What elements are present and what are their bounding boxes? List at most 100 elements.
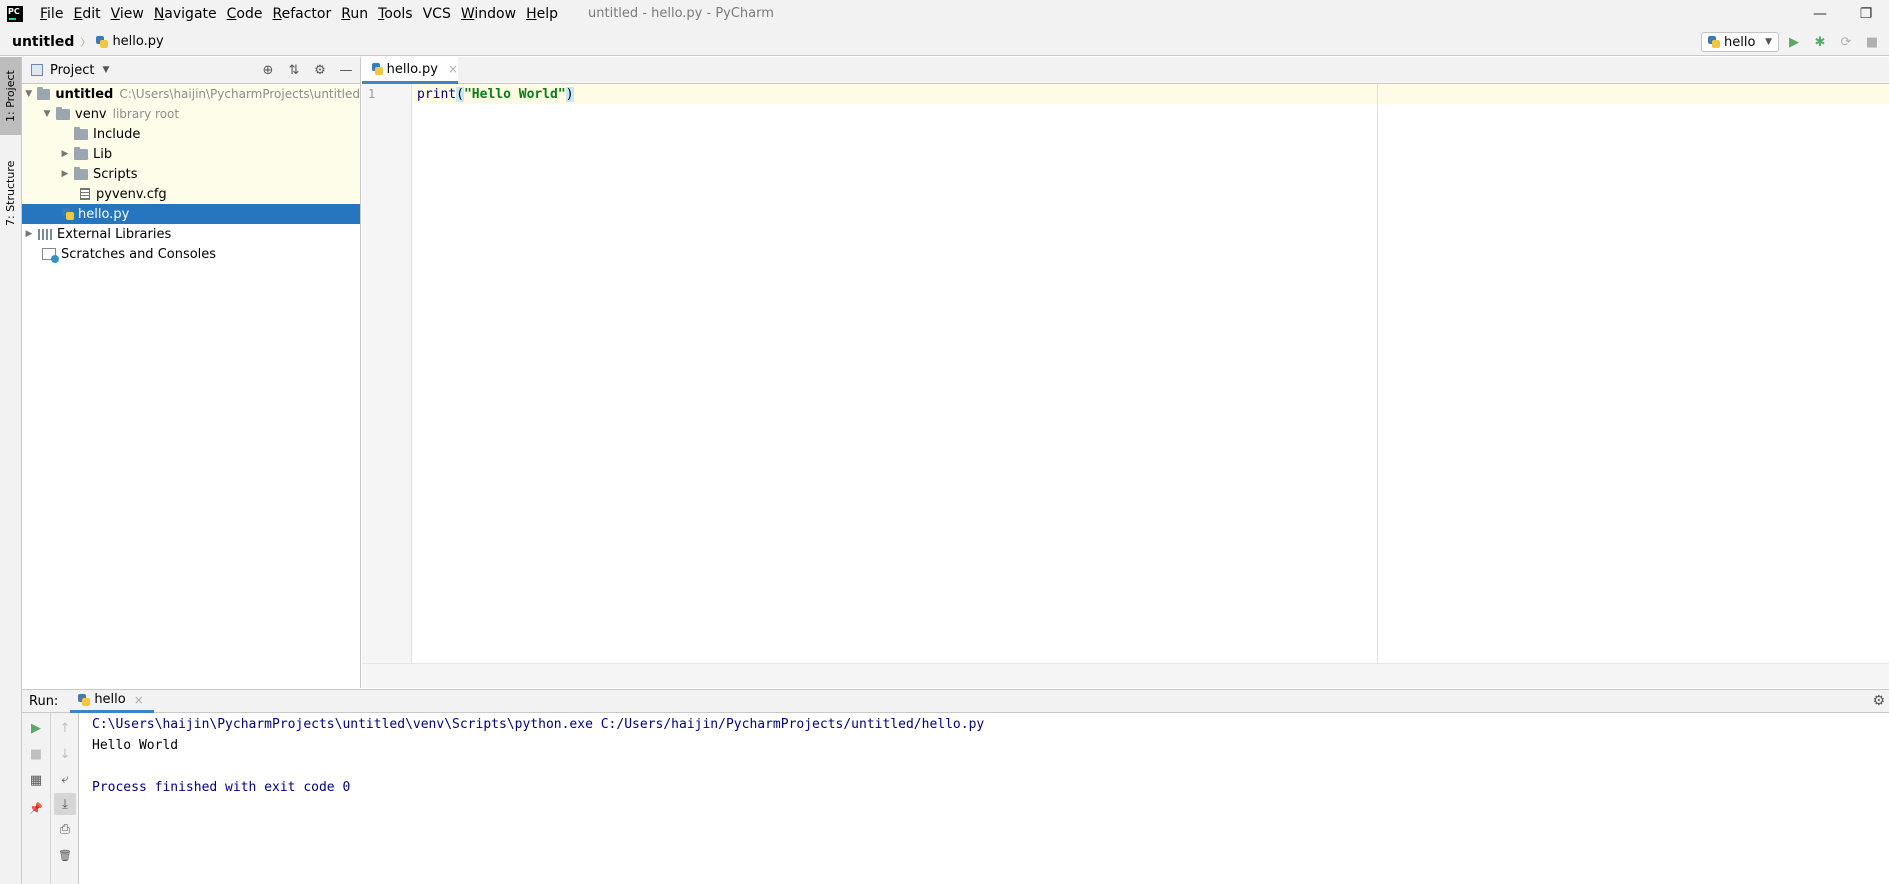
restore-button[interactable]: ❐ xyxy=(1843,0,1889,28)
menu-file[interactable]: File xyxy=(35,0,68,28)
menu-help[interactable]: Help xyxy=(521,0,563,28)
tree-item-hint: library root xyxy=(112,107,180,121)
menu-window[interactable]: Window xyxy=(456,0,521,28)
tree-item-hello-py[interactable]: hello.py xyxy=(22,204,360,224)
collapse-all-icon[interactable]: ⇅ xyxy=(286,63,302,79)
tree-item-include[interactable]: Include xyxy=(22,124,360,144)
menu-tools[interactable]: Tools xyxy=(373,0,418,28)
tree-item-label: Include xyxy=(93,126,141,142)
expand-arrow-icon[interactable]: ▶ xyxy=(60,149,70,159)
expand-arrow-icon[interactable]: ▼ xyxy=(42,109,52,119)
editor-tab-hello-py[interactable]: hello.py × xyxy=(362,57,458,84)
run-tab-hello[interactable]: hello × xyxy=(70,689,154,713)
console-output-line: Hello World xyxy=(92,738,179,753)
scratches-icon xyxy=(42,248,59,263)
menu-mnemonic: W xyxy=(460,6,475,22)
expand-arrow-icon[interactable]: ▼ xyxy=(24,89,33,99)
tree-item-lib[interactable]: ▶ Lib xyxy=(22,144,360,164)
soft-wrap-icon[interactable]: ⤶ xyxy=(54,768,76,790)
tab-project-label: 1: Project xyxy=(4,70,17,122)
tab-project[interactable]: 1: Project xyxy=(0,57,21,135)
menu-view[interactable]: View xyxy=(106,0,149,28)
breadcrumb-project[interactable]: untitled xyxy=(12,34,74,50)
pycharm-logo-icon: PC xyxy=(7,6,23,22)
tree-item-label: pyvenv.cfg xyxy=(96,186,167,202)
menu-mnemonic: R xyxy=(341,6,351,22)
python-file-icon xyxy=(96,35,109,48)
menu-edit[interactable]: Edit xyxy=(68,0,105,28)
tree-item-untitled[interactable]: ▼ untitled C:\Users\haijin\PycharmProjec… xyxy=(22,84,360,104)
code-paren-open: ( xyxy=(456,87,464,102)
menu-label: ode xyxy=(236,6,263,22)
hide-icon[interactable]: — xyxy=(338,63,354,79)
menu-mnemonic: V xyxy=(110,6,120,22)
tree-item-pyvenv-cfg[interactable]: pyvenv.cfg xyxy=(22,184,360,204)
menu-label: iew xyxy=(119,6,144,22)
run-icon[interactable]: ▶ xyxy=(1785,32,1803,52)
python-file-icon xyxy=(62,208,74,220)
menu-label: avigate xyxy=(164,6,217,22)
run-toolbar-secondary: ↑ ↓ ⤶ ⤓ ⎙ 🗑 xyxy=(51,713,79,884)
python-file-icon xyxy=(372,63,383,75)
trash-icon[interactable]: 🗑 xyxy=(54,844,76,866)
run-console[interactable]: C:\Users\haijin\PycharmProjects\untitled… xyxy=(79,713,1889,884)
locate-icon[interactable]: ⊕ xyxy=(260,63,276,79)
run-configuration-select[interactable]: hello ▼ xyxy=(1701,32,1779,52)
tree-item-external-libraries[interactable]: ▶ External Libraries xyxy=(22,224,360,244)
coverage-icon[interactable]: ⟳ xyxy=(1837,32,1855,52)
tree-item-label: hello.py xyxy=(78,206,130,222)
pin-icon[interactable]: 📌 xyxy=(25,797,47,819)
close-icon[interactable]: × xyxy=(134,693,144,707)
code-editor[interactable]: 1 print("Hello World") xyxy=(362,84,1889,663)
menu-code[interactable]: Code xyxy=(222,0,268,28)
close-icon[interactable]: × xyxy=(448,62,458,76)
tree-item-label: Scripts xyxy=(93,166,138,182)
folder-icon xyxy=(74,146,88,160)
chevron-down-icon[interactable]: ▼ xyxy=(102,65,109,75)
down-arrow-icon[interactable]: ↓ xyxy=(54,743,76,765)
tree-item-label: Scratches and Consoles xyxy=(61,246,217,262)
project-panel-header: Project ▼ ⊕ ⇅ ⚙ — xyxy=(22,57,360,84)
code-line[interactable]: print("Hello World") xyxy=(417,87,574,102)
code-paren-close: ) xyxy=(565,87,574,102)
breadcrumb-file-label: hello.py xyxy=(112,34,164,49)
editor-horizontal-scrollbar[interactable] xyxy=(362,663,1889,688)
menu-run[interactable]: Run xyxy=(336,0,373,28)
tree-item-scratches[interactable]: Scratches and Consoles xyxy=(22,244,360,264)
menu-bar: File Edit View Navigate Code Refactor Ru… xyxy=(35,0,563,28)
up-arrow-icon[interactable]: ↑ xyxy=(54,717,76,739)
current-line-highlight xyxy=(413,84,1889,104)
gear-icon[interactable]: ⚙ xyxy=(1872,693,1885,709)
project-tree: ▼ untitled C:\Users\haijin\PycharmProjec… xyxy=(22,84,360,264)
code-function: print xyxy=(417,87,457,102)
run-toolbar-vertical: ▶ ■ ▦ 📌 ↑ ↓ ⤶ ⤓ ⎙ 🗑 xyxy=(22,713,79,884)
editor-tab-label: hello.py xyxy=(386,61,438,77)
menu-refactor[interactable]: Refactor xyxy=(267,0,336,28)
minimize-button[interactable]: — xyxy=(1797,0,1843,28)
breadcrumb-file[interactable]: hello.py xyxy=(96,34,164,49)
expand-arrow-icon[interactable]: ▶ xyxy=(24,229,34,239)
gear-icon[interactable]: ⚙ xyxy=(312,63,328,79)
menu-label: ools xyxy=(384,6,413,22)
scroll-to-end-icon[interactable]: ⤓ xyxy=(54,793,76,815)
debug-icon[interactable]: ✱ xyxy=(1811,32,1829,52)
rerun-icon[interactable]: ▶ xyxy=(25,717,47,739)
menu-mnemonic: R xyxy=(272,6,282,22)
menu-mnemonic: H xyxy=(526,6,537,22)
stop-icon[interactable]: ■ xyxy=(1863,32,1881,52)
print-icon[interactable]: ⎙ xyxy=(54,818,76,840)
menu-mnemonic: C xyxy=(226,6,237,22)
menu-vcs[interactable]: VCS xyxy=(418,0,456,28)
left-tool-strip: 1: Project 7: Structure xyxy=(0,57,22,884)
stop-icon[interactable]: ■ xyxy=(25,743,47,765)
tree-item-scripts[interactable]: ▶ Scripts xyxy=(22,164,360,184)
layout-icon[interactable]: ▦ xyxy=(25,769,47,791)
expand-arrow-icon[interactable]: ▶ xyxy=(60,169,70,179)
editor-tab-bar: hello.py × xyxy=(362,57,1889,84)
menu-navigate[interactable]: Navigate xyxy=(149,0,222,28)
tree-item-venv[interactable]: ▼ venv library root xyxy=(22,104,360,124)
folder-icon xyxy=(37,86,51,100)
tab-structure[interactable]: 7: Structure xyxy=(0,149,21,237)
console-command-line: C:\Users\haijin\PycharmProjects\untitled… xyxy=(92,717,985,732)
project-panel-title[interactable]: Project xyxy=(50,63,94,78)
